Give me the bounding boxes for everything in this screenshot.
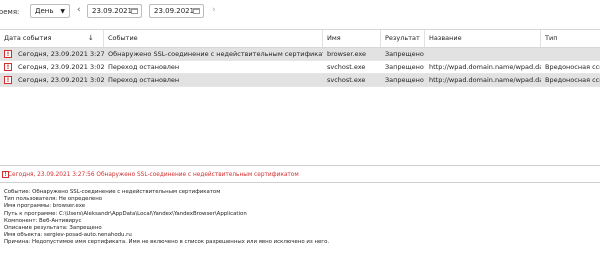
cell-date: Сегодня, 23.09.2021 3:27:56 — [18, 50, 104, 58]
column-header-name[interactable]: Название — [425, 30, 541, 47]
cell-result: Запрещено — [385, 50, 424, 58]
detail-line: Компонент: Веб-Антивирус — [4, 217, 82, 224]
detail-line: Имя программы: browser.exe — [4, 203, 86, 210]
cell-event: Переход остановлен — [108, 63, 180, 71]
date-to-field[interactable]: 23.09.2021 — [149, 4, 204, 18]
cell-event: Переход остановлен — [108, 76, 180, 84]
detail-line: Описание результата: Запрещено — [4, 225, 102, 232]
table-header: Дата события ↓ Событие Имя программы Рез… — [0, 30, 600, 59]
cell-app: svchost.exe — [327, 76, 366, 84]
cell-type: Вредоносная ссы — [545, 63, 600, 71]
table-row[interactable]: ! Сегодня, 23.09.2021 3:02:22 Переход ос… — [0, 74, 600, 87]
cell-app: browser.exe — [327, 50, 367, 58]
cell-name: http://wpad.domain.name/wpad.dat — [429, 76, 541, 84]
cell-result: Запрещено — [385, 63, 424, 71]
period-select[interactable]: День ▼ — [30, 4, 70, 18]
column-header-event[interactable]: Событие — [104, 30, 323, 47]
toolbar: Время: День ▼ ‹ 23.09.2021 23.09.2021 › — [0, 0, 600, 24]
cell-type — [541, 48, 600, 60]
time-label: Время: — [0, 8, 20, 16]
chevron-down-icon: ▼ — [60, 8, 65, 15]
cell-event: Обнаружено SSL-соединение с недействител… — [108, 50, 323, 58]
error-icon: ! — [4, 63, 12, 71]
column-header-app[interactable]: Имя программы — [323, 30, 381, 59]
period-value: День — [35, 7, 54, 15]
calendar-icon[interactable] — [131, 8, 138, 14]
cell-type: Вредоносная ссы — [545, 76, 600, 84]
next-period-button[interactable]: › — [212, 5, 216, 15]
error-icon: ! — [4, 50, 12, 58]
calendar-icon[interactable] — [193, 8, 200, 14]
detail-line: Имя объекта: sergiev-posad-auto.nenahodu… — [4, 232, 132, 239]
column-header-type[interactable]: Тип — [541, 30, 600, 47]
error-icon: ! — [2, 171, 9, 178]
event-details: Событие: Обнаружено SSL-соединение с нед… — [0, 182, 600, 264]
date-from-value: 23.09.2021 — [92, 7, 133, 15]
detail-line: Тип пользователя: Не определено — [4, 196, 103, 203]
events-table: Дата события ↓ Событие Имя программы Рез… — [0, 29, 600, 160]
column-header-date[interactable]: Дата события ↓ — [0, 30, 104, 47]
detail-line: Причина: Недопустимое имя сертификата. И… — [4, 239, 330, 246]
cell-app: svchost.exe — [327, 63, 366, 71]
error-icon: ! — [4, 76, 12, 84]
table-row[interactable]: ! Сегодня, 23.09.2021 3:02:25 Переход ос… — [0, 61, 600, 74]
sort-descending-icon: ↓ — [88, 34, 94, 42]
detail-title: ! Сегодня, 23.09.2021 3:27:56 Обнаружено… — [2, 171, 299, 178]
cell-name — [425, 48, 541, 60]
detail-line: Путь к программе: C:\Users\Aleksandr\App… — [4, 210, 247, 217]
cell-date: Сегодня, 23.09.2021 3:02:22 — [18, 76, 104, 84]
date-to-value: 23.09.2021 — [154, 7, 195, 15]
column-header-result[interactable]: Результат — [381, 30, 425, 47]
cell-date: Сегодня, 23.09.2021 3:02:25 — [18, 63, 104, 71]
cell-name: http://wpad.domain.name/wpad.dat — [429, 63, 541, 71]
cell-result: Запрещено — [385, 76, 424, 84]
table-row[interactable]: ! Сегодня, 23.09.2021 3:27:56 Обнаружено… — [0, 48, 600, 61]
date-from-field[interactable]: 23.09.2021 — [87, 4, 142, 18]
previous-period-button[interactable]: ‹ — [77, 5, 81, 15]
detail-line: Событие: Обнаружено SSL-соединение с нед… — [4, 189, 221, 195]
panel-splitter[interactable] — [0, 165, 600, 166]
